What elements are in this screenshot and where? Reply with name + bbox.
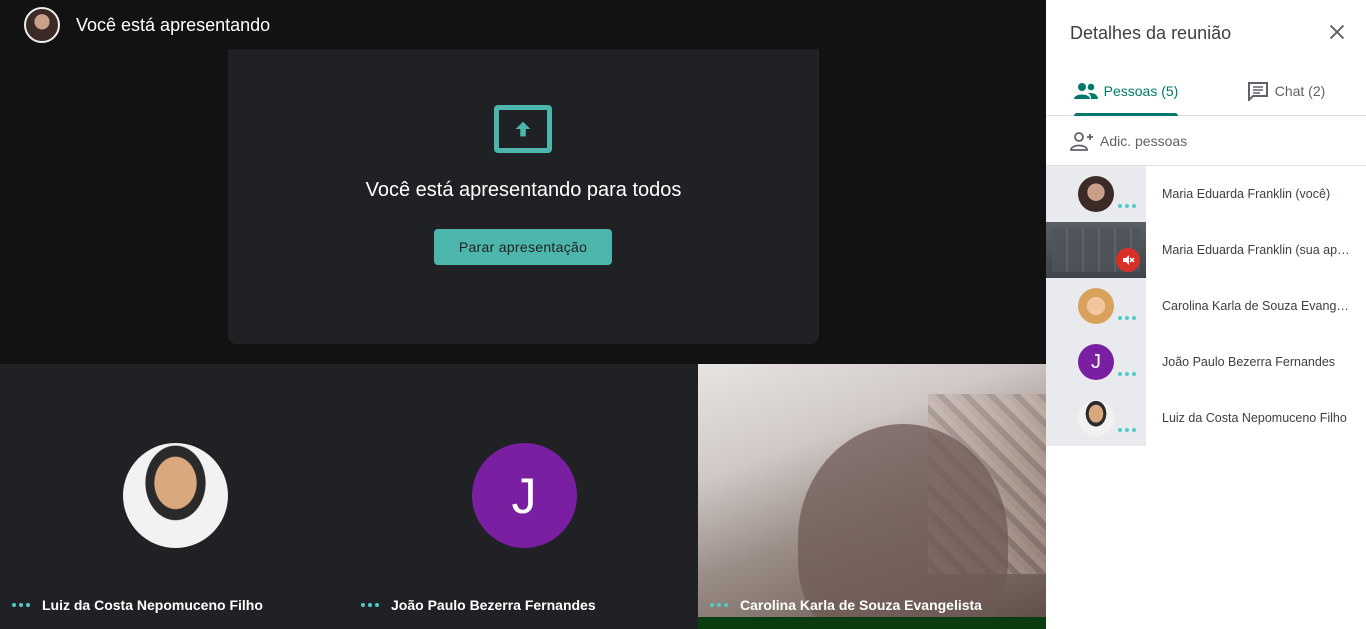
list-item[interactable]: Maria Eduarda Franklin (sua apresentação… [1046, 222, 1366, 278]
stop-presenting-button[interactable]: Parar apresentação [434, 229, 612, 265]
participant-video-tile[interactable]: Carolina Karla de Souza Evangelista [698, 364, 1046, 629]
list-item[interactable]: Maria Eduarda Franklin (você) [1046, 166, 1366, 222]
avatar [1078, 400, 1114, 436]
participant-tile[interactable]: J João Paulo Bezerra Fernandes [349, 364, 698, 629]
mic-muted-icon [1116, 248, 1140, 272]
audio-indicator-icon [12, 603, 30, 607]
add-people-button[interactable]: Adic. pessoas [1046, 116, 1366, 166]
add-person-icon [1070, 131, 1093, 151]
participant-tile[interactable]: Luiz da Costa Nepomuceno Filho [0, 364, 349, 629]
participant-avatar [122, 443, 228, 548]
panel-title: Detalhes da reunião [1070, 22, 1232, 43]
participant-name: João Paulo Bezerra Fernandes [391, 597, 596, 613]
person-name: João Paulo Bezerra Fernandes [1162, 355, 1336, 369]
meeting-details-panel: Detalhes da reunião Pessoas (5) Chat (2)… [1046, 0, 1366, 629]
list-item[interactable]: Carolina Karla de Souza Evangelista [1046, 278, 1366, 334]
self-avatar [24, 7, 60, 43]
person-name: Maria Eduarda Franklin (você) [1162, 187, 1331, 201]
present-screen-icon [494, 105, 552, 153]
participant-name: Luiz da Costa Nepomuceno Filho [42, 597, 263, 613]
avatar [1078, 288, 1114, 324]
participant-name: Carolina Karla de Souza Evangelista [740, 597, 982, 613]
close-icon[interactable] [1326, 21, 1348, 43]
audio-indicator-icon [710, 603, 728, 607]
list-item[interactable]: Luiz da Costa Nepomuceno Filho [1046, 390, 1366, 446]
people-icon [1073, 82, 1098, 99]
tab-chat-label: Chat (2) [1274, 82, 1326, 99]
avatar: J [1078, 344, 1114, 380]
list-item[interactable]: J João Paulo Bezerra Fernandes [1046, 334, 1366, 390]
audio-indicator-icon [1118, 372, 1136, 376]
audio-indicator-icon [1118, 428, 1136, 432]
audio-indicator-icon [1118, 204, 1136, 208]
person-name: Carolina Karla de Souza Evangelista [1162, 299, 1352, 313]
top-bar: Você está apresentando [0, 0, 1046, 50]
tab-chat[interactable]: Chat (2) [1206, 66, 1366, 115]
people-list: Maria Eduarda Franklin (você) Maria Edua… [1046, 166, 1366, 446]
presentation-card: Você está apresentando para todos Parar … [228, 49, 819, 344]
audio-indicator-icon [361, 603, 379, 607]
presenting-message: Você está apresentando para todos [365, 179, 682, 201]
audio-indicator-icon [1118, 316, 1136, 320]
avatar [1078, 176, 1114, 212]
chat-icon [1247, 81, 1268, 101]
meeting-stage: Você está apresentando Você está apresen… [0, 0, 1046, 629]
person-name: Maria Eduarda Franklin (sua apresentação… [1162, 243, 1352, 257]
tab-people[interactable]: Pessoas (5) [1046, 66, 1206, 116]
person-name: Luiz da Costa Nepomuceno Filho [1162, 411, 1347, 425]
panel-tabs: Pessoas (5) Chat (2) [1046, 66, 1366, 116]
add-people-label: Adic. pessoas [1100, 132, 1188, 149]
presenting-title: Você está apresentando [76, 14, 271, 35]
participant-avatar: J [471, 443, 577, 548]
tab-people-label: Pessoas (5) [1103, 82, 1179, 99]
